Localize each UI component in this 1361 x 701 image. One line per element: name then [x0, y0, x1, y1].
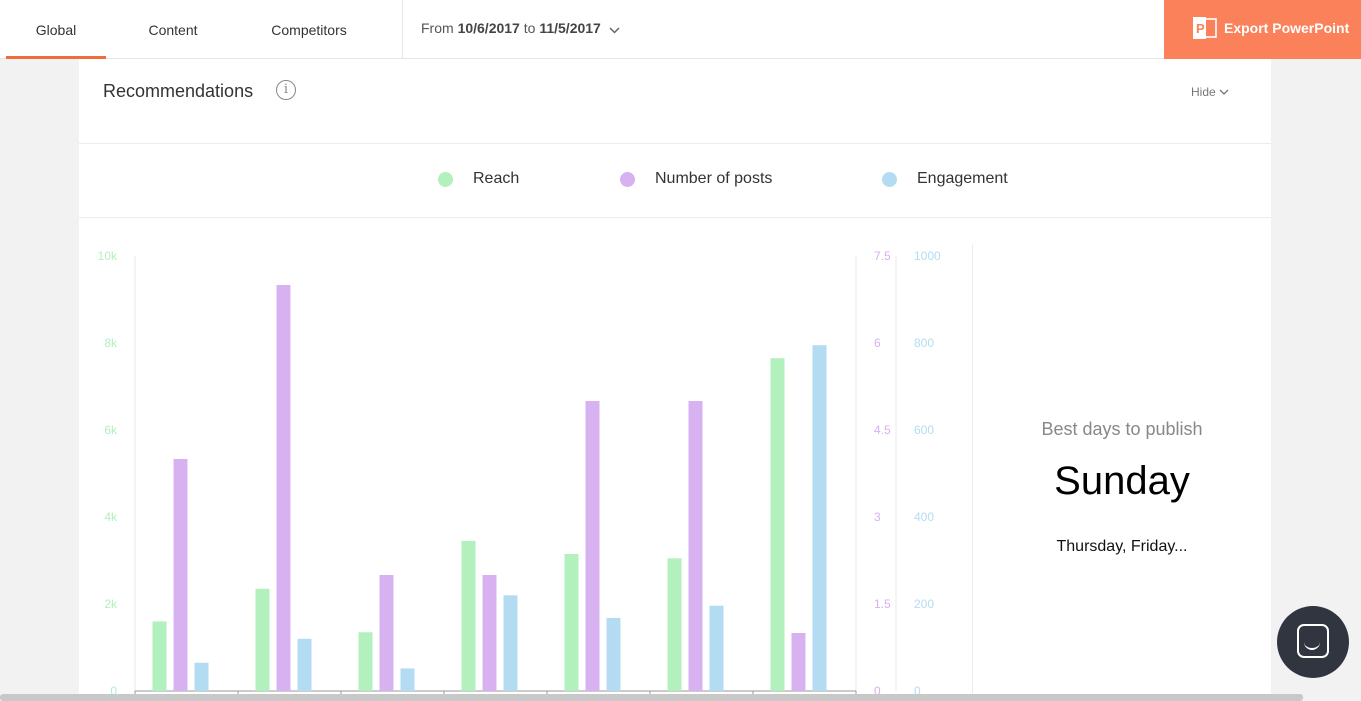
- horizontal-scrollbar[interactable]: [0, 694, 1303, 701]
- bar-number-of-posts: [585, 401, 600, 691]
- y-tick-label-left: 8k: [104, 336, 118, 350]
- bar-reach: [667, 558, 682, 691]
- bar-reach: [770, 358, 785, 691]
- best-day: Sunday: [1054, 459, 1190, 503]
- y-tick-label-left: 6k: [104, 423, 118, 437]
- hide-label: Hide: [1191, 85, 1216, 99]
- bar-reach: [564, 553, 579, 691]
- export-button-label: Export PowerPoint: [1224, 20, 1350, 36]
- tab-divider: [402, 0, 403, 59]
- y-tick-label-right2: 200: [914, 597, 934, 611]
- y-tick-label-left: 10k: [98, 249, 118, 263]
- date-end: 11/5/2017: [539, 20, 601, 36]
- bar-engagement: [297, 638, 312, 691]
- bar-engagement: [400, 668, 415, 691]
- bar-engagement: [812, 345, 827, 691]
- export-powerpoint-button[interactable]: P Export PowerPoint: [1164, 0, 1361, 59]
- tab-content[interactable]: Content: [121, 0, 225, 59]
- date-range-selector[interactable]: From 10/6/2017 to 11/5/2017: [421, 20, 620, 37]
- chat-icon: [1297, 624, 1329, 658]
- y-tick-label-right2: 400: [914, 510, 934, 524]
- tab-competitors[interactable]: Competitors: [250, 0, 368, 59]
- bar-reach: [152, 621, 167, 691]
- bar-engagement: [194, 662, 209, 691]
- y-tick-label-right2: 600: [914, 423, 934, 437]
- y-tick-label-right2: 800: [914, 336, 934, 350]
- tab-global[interactable]: Global: [6, 0, 106, 59]
- bar-reach: [461, 540, 476, 691]
- powerpoint-icon: P: [1193, 17, 1217, 42]
- y-tick-label-right1: 6: [874, 336, 881, 350]
- chevron-down-icon: [609, 21, 620, 37]
- bar-number-of-posts: [791, 633, 806, 691]
- y-tick-label-left: 4k: [104, 510, 118, 524]
- bar-engagement: [709, 605, 724, 691]
- bar-number-of-posts: [379, 575, 394, 691]
- hide-button[interactable]: Hide: [1191, 85, 1229, 99]
- y-tick-label-right2: 1000: [914, 249, 941, 263]
- bar-engagement: [606, 617, 621, 691]
- bar-number-of-posts: [688, 401, 703, 691]
- y-tick-label-left: 2k: [104, 597, 118, 611]
- bar-number-of-posts: [482, 575, 497, 691]
- best-days-label: Best days to publish: [1041, 419, 1203, 439]
- date-to-label: to: [523, 20, 536, 36]
- bar-number-of-posts: [173, 459, 188, 691]
- y-tick-label-right1: 1.5: [874, 597, 891, 611]
- top-bar: Global Content Competitors From 10/6/201…: [0, 0, 1361, 59]
- recommendations-card: Recommendations i Hide Reach Number of p…: [79, 59, 1271, 701]
- y-tick-label-right1: 7.5: [874, 249, 891, 263]
- bar-chart: 02k4k6k8k10k01.534.567.50200400600800100…: [98, 249, 941, 698]
- bar-reach: [255, 588, 270, 691]
- chevron-down-icon: [1219, 89, 1229, 95]
- y-tick-label-right1: 4.5: [874, 423, 891, 437]
- bar-reach: [358, 632, 373, 691]
- y-tick-label-right1: 3: [874, 510, 881, 524]
- date-from-label: From: [421, 20, 454, 36]
- chat-launcher-button[interactable]: [1277, 606, 1349, 678]
- other-best-days: Thursday, Friday...: [1056, 538, 1188, 555]
- bar-number-of-posts: [276, 285, 291, 691]
- svg-text:P: P: [1196, 21, 1205, 36]
- bar-engagement: [503, 595, 518, 691]
- date-start: 10/6/2017: [457, 20, 520, 36]
